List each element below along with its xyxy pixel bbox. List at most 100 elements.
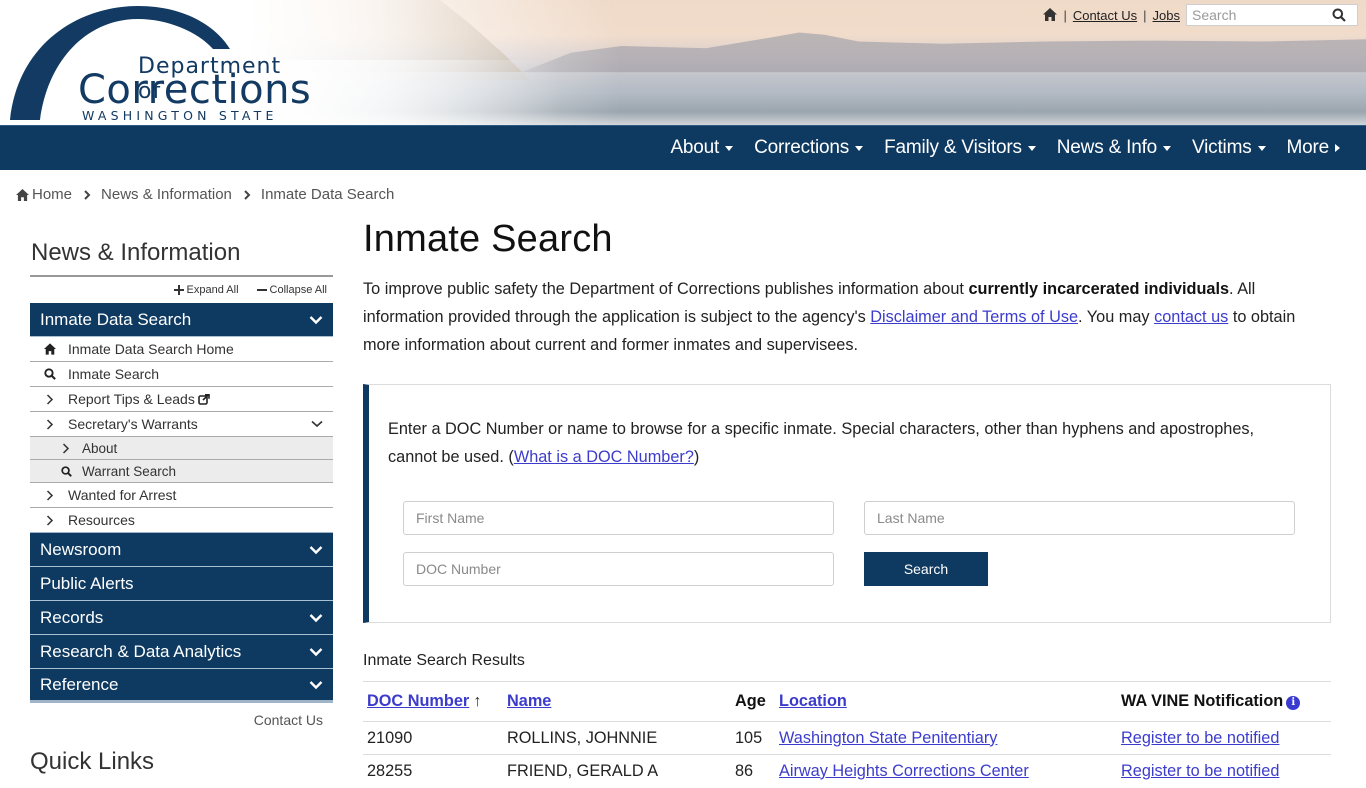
breadcrumb-news-information[interactable]: News & Information (101, 186, 232, 203)
cell-location: Washington State Penitentiary (775, 721, 1117, 755)
nav-news-info[interactable]: News & Info (1056, 137, 1172, 159)
separator: | (1063, 7, 1067, 23)
location-link[interactable]: Airway Heights Corrections Center (779, 762, 1029, 780)
item-label: Resources (68, 512, 135, 528)
nav-label: Family & Visitors (884, 137, 1022, 158)
disclaimer-link[interactable]: Disclaimer and Terms of Use (870, 308, 1078, 326)
chevron-right-icon (46, 418, 54, 430)
quick-links-title: Quick Links (30, 748, 155, 775)
nav-corrections[interactable]: Corrections (754, 137, 864, 159)
col-location: Location (775, 681, 1117, 722)
chevron-down-icon[interactable] (311, 420, 323, 428)
site-search-input[interactable] (1187, 5, 1325, 25)
table-row: 28255 FRIEND, GERALD A 86 Airway Heights… (363, 754, 1331, 788)
cell-age: 86 (731, 754, 775, 788)
cell-name: FRIEND, GERALD A (503, 754, 731, 788)
chevron-down-icon[interactable] (309, 680, 323, 690)
nav-family-visitors[interactable]: Family & Visitors (884, 137, 1036, 159)
register-notified-link[interactable]: Register to be notified (1121, 729, 1279, 747)
breadcrumb-home[interactable]: Home (32, 186, 72, 203)
section-label: Research & Data Analytics (40, 641, 242, 661)
sidebar-contact-us-link[interactable]: Contact Us (30, 703, 333, 728)
nav-about[interactable]: About (670, 137, 734, 159)
intro-bold-text: currently incarcerated individuals (968, 280, 1230, 298)
doc-number-input[interactable] (403, 552, 834, 586)
item-label: About (82, 440, 118, 456)
help-text: ) (693, 448, 700, 466)
section-label: Records (40, 607, 104, 627)
site-search-button[interactable] (1325, 5, 1353, 25)
sort-name-link[interactable]: Name (507, 692, 551, 710)
chevron-right-icon (46, 489, 54, 501)
jobs-link[interactable]: Jobs (1153, 8, 1180, 23)
caret-down-icon (1257, 145, 1266, 151)
sidebar-item-inmate-data-search-home[interactable]: Inmate Data Search Home (30, 337, 333, 362)
plus-icon (173, 285, 184, 295)
home-icon[interactable] (1043, 8, 1058, 22)
separator: | (1143, 7, 1147, 23)
sidebar-item-inmate-search[interactable]: Inmate Search (30, 362, 333, 387)
results-table: DOC Number ↑ Name Age Location WA VINE No… (363, 681, 1331, 788)
home-icon (16, 188, 29, 201)
chevron-down-icon[interactable] (309, 647, 323, 657)
cell-name: ROLLINS, JOHNNIE (503, 721, 731, 755)
nav-label: More (1286, 137, 1330, 158)
cell-vine: Register to be notified (1117, 754, 1331, 788)
collapse-all-button[interactable]: Collapse All (256, 284, 327, 296)
nav-victims[interactable]: Victims (1192, 137, 1266, 159)
logo-line-3: WASHINGTON STATE (82, 108, 278, 123)
last-name-input[interactable] (864, 501, 1295, 535)
col-label: WA VINE Notification (1121, 692, 1284, 710)
sidebar-item-warrants-about[interactable]: About (30, 437, 333, 460)
expand-collapse-controls: Expand All Collapse All (30, 277, 333, 303)
info-icon[interactable]: i (1286, 696, 1301, 710)
search-icon (44, 368, 56, 380)
col-doc-number: DOC Number ↑ (363, 681, 503, 722)
sidebar-section-inmate-data-search[interactable]: Inmate Data Search (30, 303, 333, 337)
sidebar-item-wanted-for-arrest[interactable]: Wanted for Arrest (30, 483, 333, 508)
sidebar-item-secretarys-warrants[interactable]: Secretary's Warrants (30, 412, 333, 437)
collapse-all-label: Collapse All (269, 284, 327, 296)
sidebar-section-records[interactable]: Records (30, 601, 333, 635)
expand-all-button[interactable]: Expand All (173, 284, 239, 296)
contact-us-link[interactable]: Contact Us (1073, 8, 1137, 23)
intro-text: To improve public safety the Department … (363, 280, 969, 298)
what-is-doc-number-link[interactable]: What is a DOC Number? (514, 448, 694, 466)
chevron-right-icon (46, 393, 54, 405)
sidebar-section-newsroom[interactable]: Newsroom (30, 533, 333, 567)
contact-us-inline-link[interactable]: contact us (1154, 308, 1228, 326)
item-label: Report Tips & Leads (68, 391, 195, 407)
section-label: Public Alerts (40, 573, 134, 593)
breadcrumb: Home News & Information Inmate Data Sear… (16, 186, 394, 203)
sidebar-item-report-tips-leads[interactable]: Report Tips & Leads (30, 387, 333, 412)
table-header-row: DOC Number ↑ Name Age Location WA VINE No… (363, 681, 1331, 722)
main-nav: About Corrections Family & Visitors News… (0, 125, 1366, 170)
sidebar-section-public-alerts[interactable]: Public Alerts (30, 567, 333, 601)
item-label: Inmate Search (68, 366, 160, 382)
sort-doc-number-link[interactable]: DOC Number (367, 692, 469, 710)
expand-all-label: Expand All (186, 284, 239, 296)
caret-down-icon (1027, 145, 1036, 151)
sidebar-item-resources[interactable]: Resources (30, 508, 333, 533)
search-button[interactable]: Search (864, 552, 988, 586)
nav-label: News & Info (1056, 137, 1158, 158)
page-title: Inmate Search (363, 218, 613, 260)
item-label: Warrant Search (82, 463, 177, 479)
external-link-icon (198, 393, 210, 405)
chevron-down-icon[interactable] (309, 315, 323, 325)
location-link[interactable]: Washington State Penitentiary (779, 729, 997, 747)
doc-logo[interactable]: Department of Corrections WASHINGTON STA… (8, 4, 312, 123)
sort-location-link[interactable]: Location (779, 692, 847, 710)
first-name-input[interactable] (403, 501, 834, 535)
register-notified-link[interactable]: Register to be notified (1121, 762, 1279, 780)
logo-line-2: Corrections (78, 67, 312, 113)
chevron-down-icon[interactable] (309, 613, 323, 623)
sidebar-section-research-data-analytics[interactable]: Research & Data Analytics (30, 635, 333, 669)
sidebar-section-reference[interactable]: Reference (30, 669, 333, 703)
caret-down-icon (725, 145, 734, 151)
sidebar-item-warrant-search[interactable]: Warrant Search (30, 460, 333, 483)
banner-mountains (520, 32, 1366, 73)
section-label: Reference (40, 674, 119, 694)
nav-more[interactable]: More (1286, 137, 1340, 159)
chevron-down-icon[interactable] (309, 545, 323, 555)
